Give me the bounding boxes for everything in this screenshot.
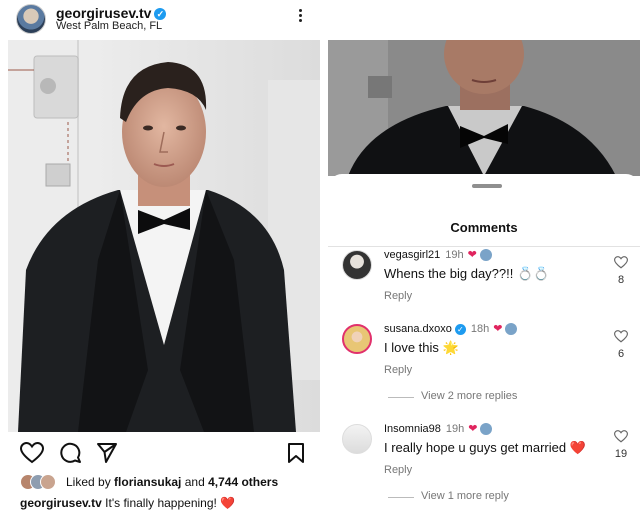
author-avatar-mini [480, 423, 493, 436]
commenter-avatar[interactable] [342, 250, 372, 280]
bookmark-icon[interactable] [287, 442, 305, 464]
comment-heart-emoji: ❤️ [569, 440, 586, 455]
comment-like-count: 6 [617, 348, 625, 360]
author-liked-heart-icon: ❤ [467, 249, 477, 261]
reply-button[interactable]: Reply [384, 364, 412, 376]
comment-text: I really hope u guys get married ❤️ [384, 440, 586, 456]
likes-count[interactable]: 4,744 others [208, 475, 278, 489]
reply-button[interactable]: Reply [384, 464, 412, 476]
comment-like-icon[interactable] [614, 330, 628, 343]
likes-summary[interactable]: Liked by floriansukaj and 4,744 others [20, 474, 320, 492]
author-avatar-mini [505, 323, 518, 336]
comment-username[interactable]: vegasgirl21 [384, 249, 440, 261]
post-username[interactable]: georgirusev.tv [56, 5, 151, 21]
reply-button[interactable]: Reply [384, 290, 412, 302]
heart-icon[interactable] [20, 442, 44, 464]
comment-text: I love this 🌟 [384, 340, 459, 355]
commenter-avatar[interactable] [342, 424, 372, 454]
photo-portrait-cropped [328, 40, 640, 176]
replies-line [388, 497, 414, 498]
comment-item: susana.dxoxo ✓ 18h ❤ I love this 🌟 Reply 6 [328, 322, 640, 392]
likes-prefix: Liked by [66, 475, 115, 489]
comments-view: Comments vegasgirl21 19h ❤ Whens the big d… [328, 0, 640, 526]
comment-item: vegasgirl21 19h ❤ Whens the big day??!! 💍💍… [328, 248, 640, 318]
comments-sheet: Comments vegasgirl21 19h ❤ Whens the big d… [328, 174, 640, 526]
author-avatar-mini [479, 249, 492, 262]
likes-text[interactable]: Liked by floriansukaj and 4,744 others [66, 475, 278, 489]
comment-meta: vegasgirl21 19h ❤ [384, 248, 492, 262]
instagram-post: georgirusev.tv ✓ West Palm Beach, FL Lik… [0, 0, 325, 526]
author-liked-heart-icon: ❤ [468, 423, 478, 435]
post-photo-dimmed [328, 40, 640, 176]
post-actions-bar [0, 438, 325, 468]
view-more-replies[interactable]: View 2 more replies [388, 390, 588, 404]
comment-like-icon[interactable] [614, 256, 628, 269]
share-icon[interactable] [96, 442, 118, 464]
view-more-replies-text[interactable]: View 1 more reply [421, 490, 509, 502]
view-more-replies-text[interactable]: View 2 more replies [421, 390, 517, 402]
comment-meta: susana.dxoxo ✓ 18h ❤ [384, 322, 518, 336]
comment-icon[interactable] [59, 442, 81, 464]
photo-portrait-man-in-tuxedo [8, 40, 320, 432]
view-more-replies[interactable]: View 1 more reply [388, 490, 588, 504]
liker-avatar [40, 474, 56, 490]
likes-and: and [181, 475, 209, 489]
comment-time: 18h [470, 323, 490, 335]
caption-text: It's finally happening! [101, 496, 221, 510]
comment-like-icon[interactable] [614, 430, 628, 443]
comment-username[interactable]: Insomnia98 [384, 423, 441, 435]
verified-icon: ✓ [454, 323, 466, 335]
comment-text-body: I really hope u guys get married [384, 440, 570, 455]
profile-avatar[interactable] [16, 4, 46, 34]
comment-time: 19h [445, 249, 464, 261]
post-header: georgirusev.tv ✓ West Palm Beach, FL [0, 0, 325, 40]
comment-username[interactable]: susana.dxoxo [384, 323, 452, 335]
post-caption: georgirusev.tv It's finally happening! ❤… [20, 496, 235, 510]
post-username-row[interactable]: georgirusev.tv ✓ [56, 5, 167, 21]
liked-by-user[interactable]: floriansukaj [114, 475, 181, 489]
verified-icon: ✓ [154, 8, 167, 21]
replies-line [388, 397, 414, 398]
comment-like-count: 19 [614, 448, 628, 460]
commenter-avatar[interactable] [342, 324, 372, 354]
comment-text: Whens the big day??!! 💍💍 [384, 266, 550, 281]
comment-time: 19h [445, 423, 465, 435]
post-photo[interactable] [8, 40, 320, 432]
more-options-icon[interactable] [296, 7, 304, 27]
screenshot: georgirusev.tv ✓ West Palm Beach, FL Lik… [0, 0, 640, 526]
title-divider [328, 246, 640, 247]
caption-username[interactable]: georgirusev.tv [20, 496, 102, 510]
author-liked-heart-icon: ❤ [493, 323, 503, 335]
drag-handle[interactable] [472, 184, 502, 188]
caption-heart-emoji: ❤️ [220, 496, 236, 510]
comment-like-count: 8 [617, 274, 625, 286]
comments-title: Comments [450, 220, 518, 235]
comment-item: Insomnia98 19h ❤ I really hope u guys get … [328, 422, 640, 492]
comment-meta: Insomnia98 19h ❤ [384, 422, 493, 436]
post-location[interactable]: West Palm Beach, FL [56, 20, 162, 32]
